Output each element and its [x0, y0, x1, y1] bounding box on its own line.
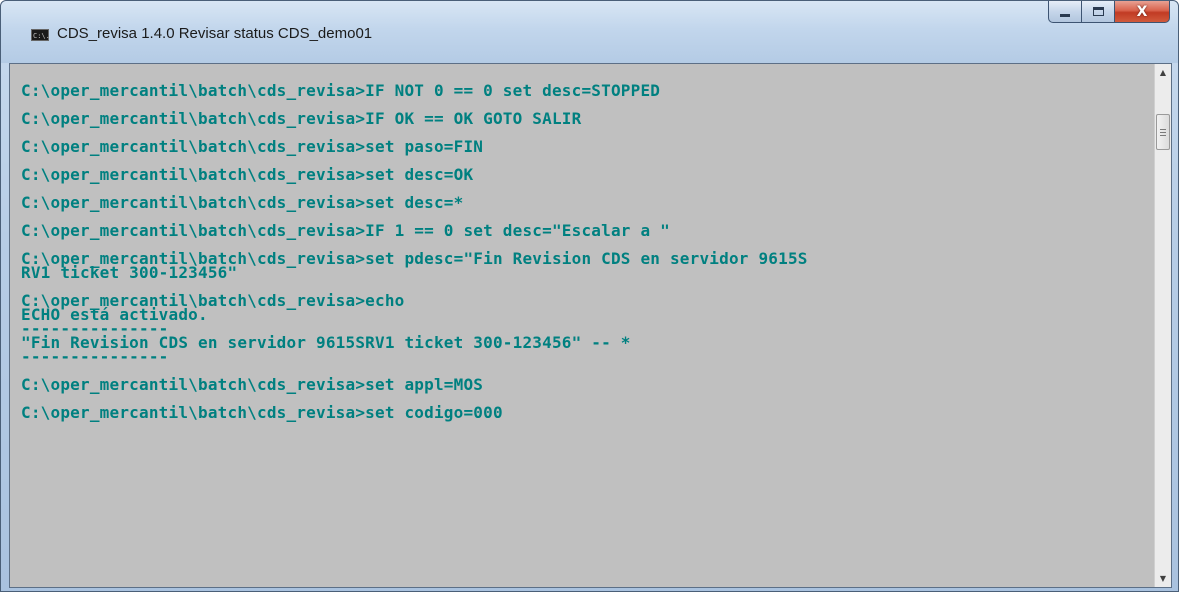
close-button[interactable]: X	[1114, 1, 1170, 23]
minimize-button[interactable]	[1048, 1, 1081, 23]
title-bar[interactable]: C:\. CDS_revisa 1.4.0 Revisar status CDS…	[1, 1, 1178, 63]
window-title: CDS_revisa 1.4.0 Revisar status CDS_demo…	[57, 25, 373, 42]
console-output-area[interactable]: C:\oper_mercantil\batch\cds_revisa>IF NO…	[9, 63, 1172, 588]
console-window: C:\. CDS_revisa 1.4.0 Revisar status CDS…	[0, 0, 1179, 592]
console-line: C:\oper_mercantil\batch\cds_revisa>set a…	[21, 375, 484, 394]
cmd-icon[interactable]: C:\.	[31, 29, 50, 41]
scroll-down-arrow-icon[interactable]: ▼	[1155, 570, 1171, 587]
console-line: C:\oper_mercantil\batch\cds_revisa>set c…	[21, 403, 503, 422]
console-line: C:\oper_mercantil\batch\cds_revisa>set d…	[21, 165, 474, 184]
maximize-button[interactable]	[1081, 1, 1114, 23]
console-line: C:\oper_mercantil\batch\cds_revisa>set d…	[21, 193, 464, 212]
console-text: C:\oper_mercantil\batch\cds_revisa>IF NO…	[21, 81, 808, 422]
scrollbar-thumb[interactable]	[1156, 114, 1170, 150]
console-line: C:\oper_mercantil\batch\cds_revisa>IF OK…	[21, 109, 582, 128]
vertical-scrollbar[interactable]: ▲ ▼	[1154, 64, 1171, 587]
console-line: C:\oper_mercantil\batch\cds_revisa>IF NO…	[21, 81, 661, 100]
grip-icon	[1160, 128, 1166, 136]
minimize-icon	[1060, 14, 1070, 17]
scroll-up-arrow-icon[interactable]: ▲	[1155, 64, 1171, 81]
console-line: ---------------	[21, 347, 169, 366]
console-line: C:\oper_mercantil\batch\cds_revisa>set p…	[21, 137, 484, 156]
maximize-icon	[1092, 7, 1104, 16]
console-line: C:\oper_mercantil\batch\cds_revisa>IF 1 …	[21, 221, 670, 240]
console-line: RV1 ticket 300-123456"	[21, 263, 238, 282]
caption-buttons: X	[1048, 1, 1170, 25]
close-icon: X	[1136, 3, 1148, 20]
